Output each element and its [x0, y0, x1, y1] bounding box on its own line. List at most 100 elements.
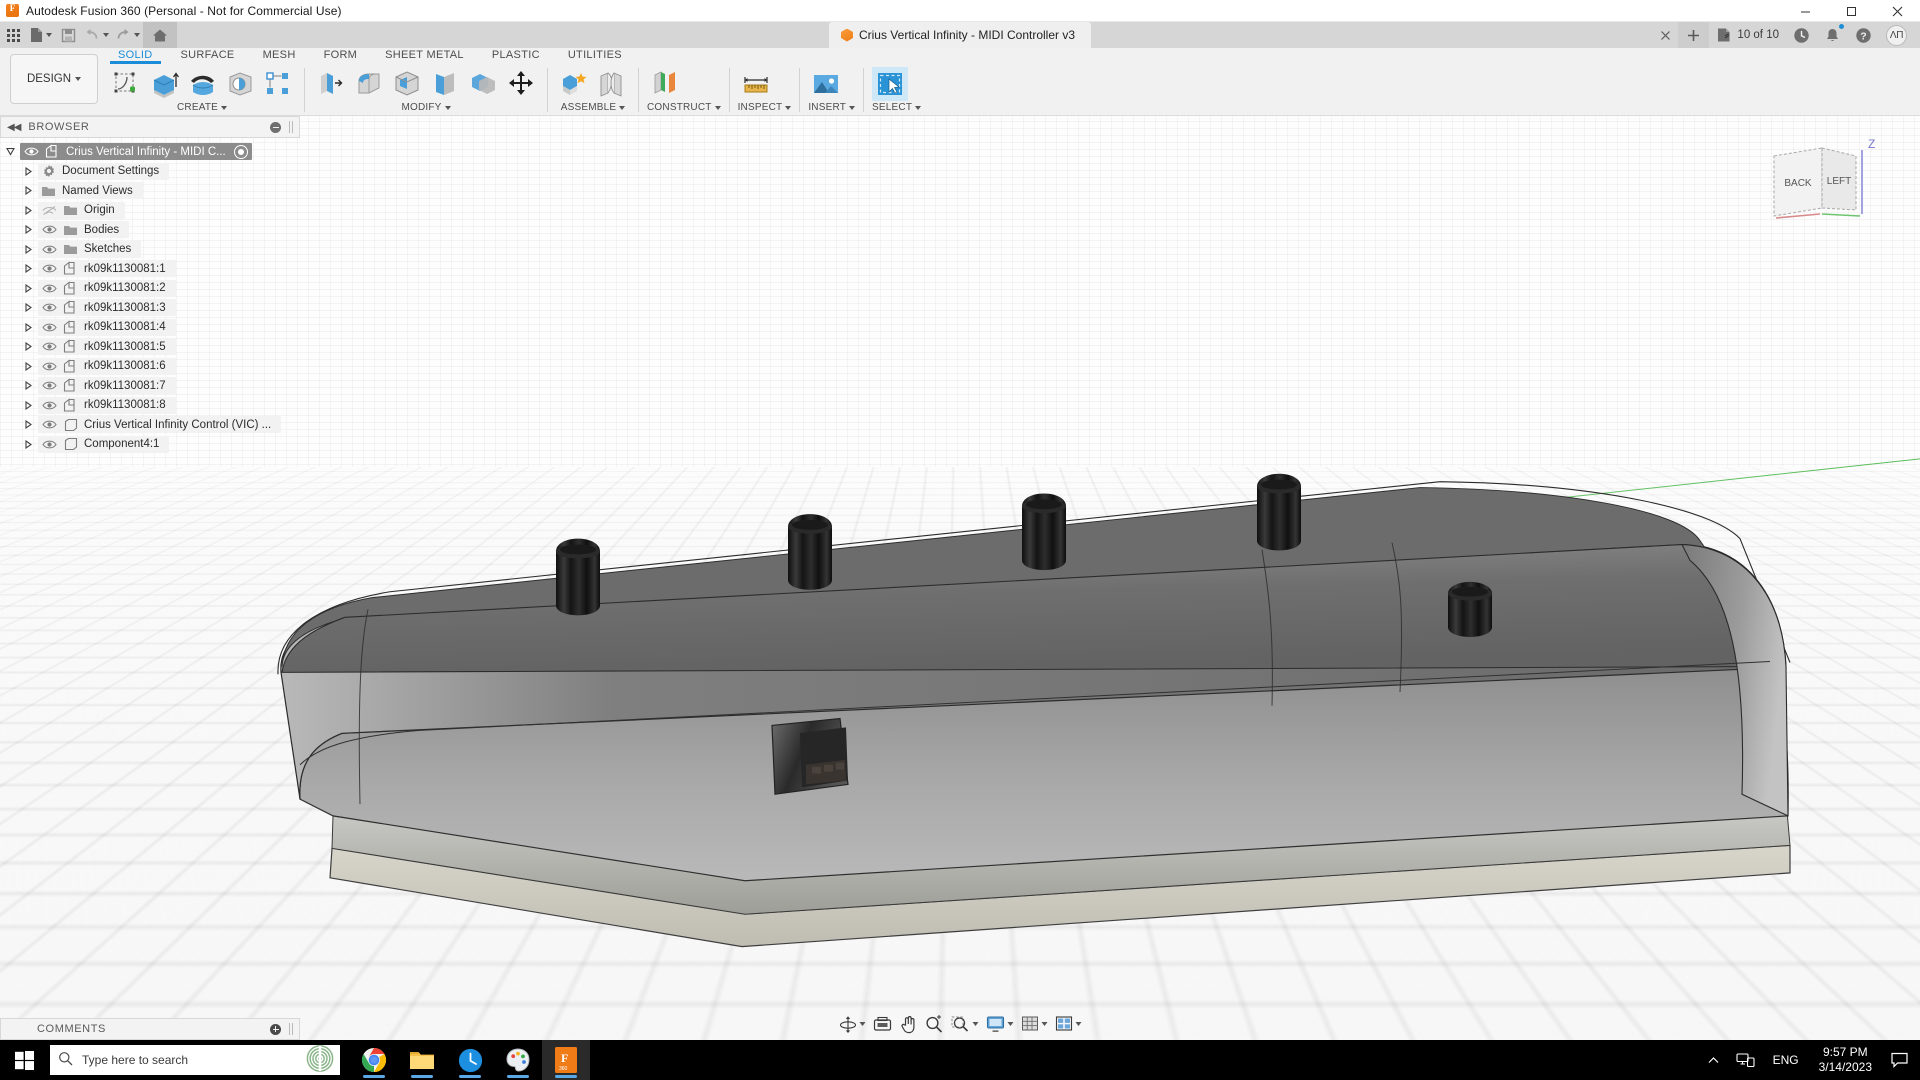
combine-icon[interactable]: [465, 67, 501, 101]
visibility-toggle-icon[interactable]: [38, 341, 60, 352]
pattern-icon[interactable]: [260, 67, 296, 101]
redo-dropdown-arrow[interactable]: [134, 33, 140, 37]
expand-arrow-icon[interactable]: [18, 167, 38, 176]
workspace-selector[interactable]: DESIGN: [10, 54, 98, 104]
maximize-button[interactable]: [1828, 0, 1874, 22]
expand-arrow-icon[interactable]: [18, 323, 38, 332]
new-file-dropdown-arrow[interactable]: [46, 33, 52, 37]
zoom-icon[interactable]: [922, 1012, 947, 1036]
document-tab[interactable]: Crius Vertical Infinity - MIDI Controlle…: [829, 22, 1091, 48]
visibility-toggle-icon[interactable]: [20, 146, 42, 157]
tab-solid[interactable]: SOLID: [104, 48, 167, 61]
insert-image-icon[interactable]: [808, 67, 844, 101]
version-history-button[interactable]: 10 of 10: [1709, 22, 1786, 48]
visibility-toggle-icon[interactable]: [38, 263, 60, 274]
app-grid-button[interactable]: [0, 22, 26, 48]
hole-icon[interactable]: [222, 67, 258, 101]
visibility-toggle-icon[interactable]: [38, 205, 60, 216]
expand-arrow-icon[interactable]: [18, 264, 38, 273]
visibility-toggle-icon[interactable]: [38, 419, 60, 430]
move-copy-icon[interactable]: [503, 67, 539, 101]
minimize-button[interactable]: [1782, 0, 1828, 22]
visibility-toggle-icon[interactable]: [38, 322, 60, 333]
redo-button[interactable]: [112, 22, 143, 48]
visibility-toggle-icon[interactable]: [38, 302, 60, 313]
expand-arrow-icon[interactable]: [18, 225, 38, 234]
panel-construct-label[interactable]: CONSTRUCT: [647, 101, 721, 114]
extrude-icon[interactable]: [146, 67, 182, 101]
fit-icon[interactable]: [948, 1012, 982, 1036]
panel-insert-label[interactable]: INSERT: [808, 101, 855, 114]
undo-button[interactable]: [81, 22, 112, 48]
select-window-icon[interactable]: [872, 67, 908, 101]
expand-arrow-icon[interactable]: [18, 440, 38, 449]
chevron-down-icon[interactable]: [973, 1022, 979, 1026]
orbit-icon[interactable]: [836, 1012, 869, 1036]
home-button[interactable]: [143, 22, 177, 48]
tree-item-rk09k-4[interactable]: rk09k1130081:4: [0, 318, 300, 338]
help-button[interactable]: ?: [1848, 22, 1879, 48]
chevron-down-icon[interactable]: [1042, 1022, 1048, 1026]
tree-item-origin[interactable]: Origin: [0, 201, 300, 221]
tree-item-document-settings[interactable]: Document Settings: [0, 162, 300, 182]
comments-panel[interactable]: COMMENTS: [0, 1018, 300, 1040]
save-button[interactable]: [55, 22, 81, 48]
new-component-icon[interactable]: [556, 67, 592, 101]
tree-item-sketches[interactable]: Sketches: [0, 240, 300, 260]
viewports-icon[interactable]: [1052, 1012, 1085, 1036]
panel-create-label[interactable]: CREATE: [108, 101, 296, 114]
visibility-toggle-icon[interactable]: [38, 244, 60, 255]
create-sketch-icon[interactable]: [108, 67, 144, 101]
taskbar-clock[interactable]: 9:57 PM 3/14/2023: [1809, 1045, 1882, 1075]
press-pull-icon[interactable]: [313, 67, 349, 101]
view-cube[interactable]: BACK LEFT Z: [1760, 134, 1880, 234]
tree-item-rk09k-5[interactable]: rk09k1130081:5: [0, 337, 300, 357]
tree-item-rk09k-3[interactable]: rk09k1130081:3: [0, 298, 300, 318]
chevron-down-icon[interactable]: [1008, 1022, 1014, 1026]
joint-icon[interactable]: [594, 67, 630, 101]
revolve-icon[interactable]: [184, 67, 220, 101]
comments-resize-grip[interactable]: [289, 1023, 293, 1035]
tree-item-bodies[interactable]: Bodies: [0, 220, 300, 240]
add-comment-icon[interactable]: [270, 1024, 281, 1035]
expand-arrow-icon[interactable]: [18, 245, 38, 254]
network-icon[interactable]: [1728, 1040, 1763, 1080]
tab-form[interactable]: FORM: [310, 48, 372, 61]
expand-arrow-icon[interactable]: [18, 381, 38, 390]
chevron-down-icon[interactable]: [1076, 1022, 1082, 1026]
panel-inspect-label[interactable]: INSPECT: [738, 101, 792, 114]
chevron-down-icon[interactable]: [860, 1022, 866, 1026]
measure-icon[interactable]: [738, 67, 774, 101]
show-hidden-icons-chevron[interactable]: [1699, 1040, 1728, 1080]
tree-item-vic-control[interactable]: Crius Vertical Infinity Control (VIC) ..…: [0, 415, 300, 435]
recent-activity-button[interactable]: [1786, 22, 1817, 48]
tree-item-rk09k-1[interactable]: rk09k1130081:1: [0, 259, 300, 279]
file-explorer-icon[interactable]: [398, 1040, 446, 1080]
expand-arrow-icon[interactable]: [18, 342, 38, 351]
notifications-button[interactable]: [1817, 22, 1848, 48]
expand-arrow-icon[interactable]: [18, 401, 38, 410]
display-settings-icon[interactable]: [983, 1012, 1017, 1036]
language-indicator[interactable]: ENG: [1763, 1053, 1809, 1067]
visibility-toggle-icon[interactable]: [38, 283, 60, 294]
close-button[interactable]: [1874, 0, 1920, 22]
visibility-toggle-icon[interactable]: [38, 361, 60, 372]
visibility-toggle-icon[interactable]: [38, 224, 60, 235]
paint-3d-icon[interactable]: [494, 1040, 542, 1080]
tab-mesh[interactable]: MESH: [249, 48, 310, 61]
tab-surface[interactable]: SURFACE: [167, 48, 249, 61]
taskbar-search-box[interactable]: Type here to search: [50, 1045, 340, 1075]
offset-plane-icon[interactable]: [647, 67, 683, 101]
tree-item-rk09k-2[interactable]: rk09k1130081:2: [0, 279, 300, 299]
pan-icon[interactable]: [897, 1012, 921, 1036]
undo-dropdown-arrow[interactable]: [103, 33, 109, 37]
expand-arrow-icon[interactable]: [18, 206, 38, 215]
tree-item-rk09k-7[interactable]: rk09k1130081:7: [0, 376, 300, 396]
tab-sheet-metal[interactable]: SHEET METAL: [371, 48, 478, 61]
fillet-icon[interactable]: [351, 67, 387, 101]
visibility-toggle-icon[interactable]: [38, 400, 60, 411]
tab-utilities[interactable]: UTILITIES: [554, 48, 636, 61]
blue-app-icon[interactable]: [446, 1040, 494, 1080]
panel-select-label[interactable]: SELECT: [872, 101, 921, 114]
panel-options-icon[interactable]: [270, 122, 281, 133]
